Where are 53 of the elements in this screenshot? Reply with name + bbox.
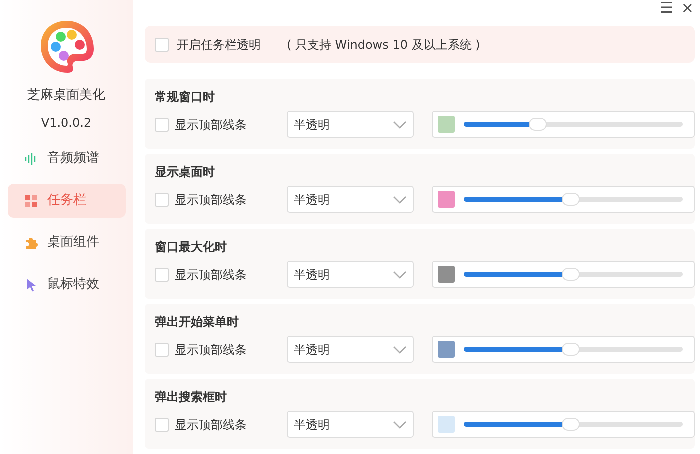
dropdown[interactable]: 半透明 — [287, 336, 414, 363]
checkbox[interactable] — [155, 118, 169, 132]
checkbox-label: 显示顶部线条 — [175, 266, 247, 284]
color-swatch[interactable] — [438, 266, 455, 283]
dropdown-value: 半透明 — [294, 116, 330, 134]
color-swatch[interactable] — [438, 341, 455, 358]
chevron-down-icon — [393, 420, 407, 428]
section-title: 弹出开始菜单时 — [155, 314, 240, 331]
audio-wave-icon — [24, 152, 38, 166]
section-title: 显示桌面时 — [155, 164, 216, 181]
dropdown-value: 半透明 — [294, 192, 330, 208]
section-title: 窗口最大化时 — [155, 239, 228, 256]
checkbox[interactable] — [155, 192, 169, 206]
checkbox-label: 开启任务栏透明 — [177, 36, 261, 54]
sidebar-item[interactable]: 鼠标特效 — [8, 268, 126, 302]
note-text: ( 只支持 Windows 10 及以上系统 ) — [287, 36, 480, 54]
sidebar-item[interactable]: 音频频谱 — [8, 142, 126, 176]
checkbox[interactable] — [155, 268, 169, 282]
chevron-down-icon — [393, 196, 407, 204]
chevron-down-icon — [393, 120, 407, 128]
app-name: 芝麻桌面美化 — [28, 87, 106, 105]
slider-thumb[interactable] — [562, 418, 580, 431]
chevron-down-icon — [393, 346, 407, 354]
checkbox-label: 显示顶部线条 — [175, 192, 247, 208]
slider-thumb[interactable] — [562, 343, 580, 356]
grid-icon — [24, 194, 38, 208]
section-title: 常规窗口时 — [155, 89, 216, 106]
checkbox[interactable] — [155, 342, 169, 356]
slider-thumb[interactable] — [529, 118, 548, 131]
chevron-down-icon — [393, 270, 407, 278]
dropdown[interactable]: 半透明 — [287, 186, 414, 213]
puzzle-icon — [24, 236, 38, 250]
menu-button[interactable]: ☰ — [658, 0, 674, 16]
sidebar-item[interactable]: 桌面组件 — [8, 226, 126, 260]
dropdown[interactable]: 半透明 — [287, 111, 414, 138]
checkbox-label: 显示顶部线条 — [175, 416, 247, 434]
dropdown-value: 半透明 — [294, 342, 330, 358]
close-button[interactable]: × — [680, 0, 695, 16]
checkbox[interactable] — [155, 418, 169, 432]
app-version: V1.0.0.2 — [41, 114, 92, 132]
checkbox[interactable] — [155, 38, 169, 52]
dropdown-value: 半透明 — [294, 416, 330, 434]
slider-thumb[interactable] — [562, 268, 580, 281]
slider-thumb[interactable] — [562, 193, 580, 206]
dropdown[interactable]: 半透明 — [287, 411, 414, 438]
color-swatch[interactable] — [438, 191, 455, 208]
dropdown[interactable]: 半透明 — [287, 261, 414, 288]
section-title: 弹出搜索框时 — [155, 389, 228, 406]
checkbox-label: 显示顶部线条 — [175, 342, 247, 358]
color-swatch[interactable] — [438, 416, 455, 433]
checkbox-label: 显示顶部线条 — [175, 116, 247, 134]
color-swatch[interactable] — [438, 116, 455, 133]
dropdown-value: 半透明 — [294, 266, 330, 284]
